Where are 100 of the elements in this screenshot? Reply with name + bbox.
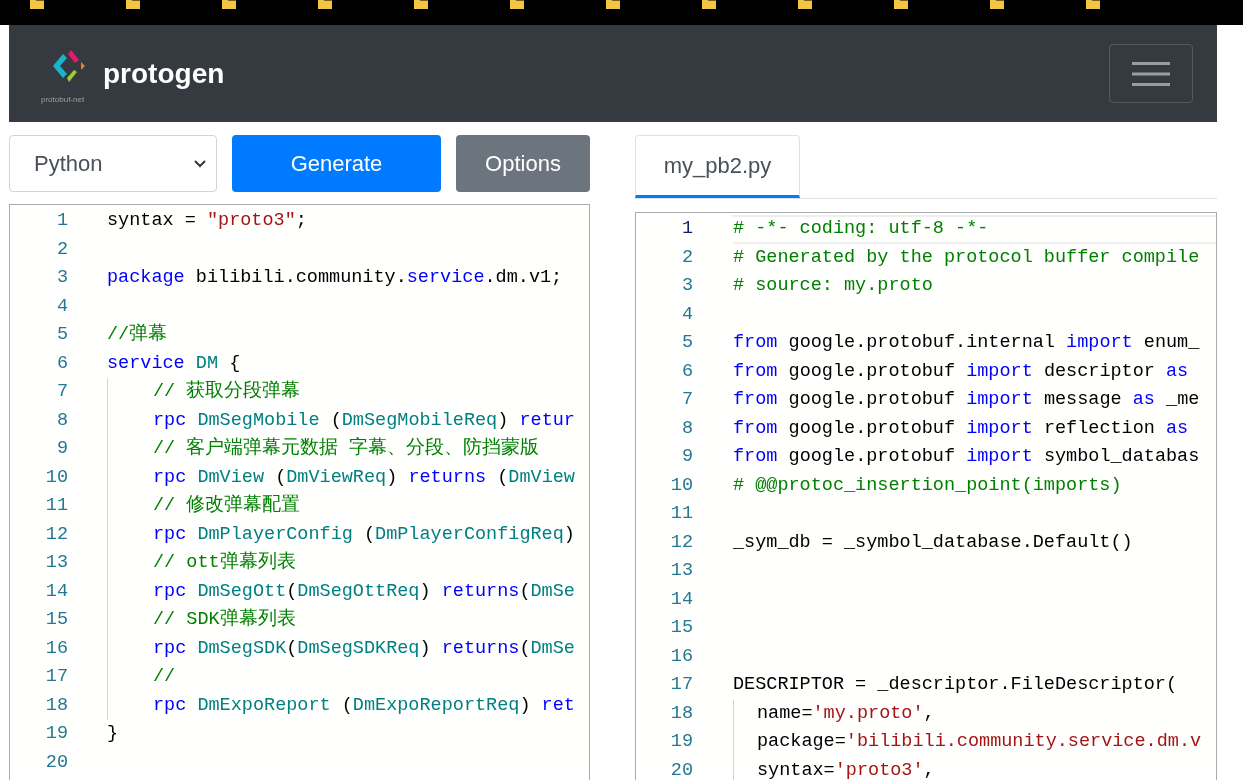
code-token: //弹幕 [107, 322, 168, 348]
line-number: 12 [669, 530, 693, 555]
code-token: ( [329, 408, 342, 433]
code-token: DmSegMobile [196, 408, 320, 433]
folder-icon[interactable] [1086, 0, 1100, 9]
code-editor[interactable] [9, 204, 590, 780]
line-number: 17 [44, 665, 68, 690]
code-token: from [733, 388, 778, 413]
file-tab[interactable]: my_pb2.py [635, 135, 800, 198]
code-token: DmSe [530, 579, 575, 604]
line-number: 2 [55, 237, 68, 262]
code-token: enum_ [1142, 331, 1200, 356]
code-token: descriptor [1042, 359, 1156, 384]
line-number: 8 [55, 408, 68, 433]
code-token: # -*- coding: utf-8 -*- [733, 217, 989, 242]
code-token: ) [419, 579, 432, 604]
line-number: 14 [669, 587, 693, 612]
code-token: from [733, 445, 778, 470]
folder-icon[interactable] [414, 0, 428, 9]
code-token: ) [519, 693, 532, 718]
code-token: bilibili.community. [194, 266, 407, 291]
line-number: 19 [669, 730, 693, 755]
code-token: DM [194, 351, 219, 376]
folder-icon[interactable] [318, 0, 332, 9]
code-token: from [733, 416, 778, 441]
folder-icon[interactable] [894, 0, 908, 9]
code-token: DmSegOtt [196, 579, 287, 604]
code-token: import [966, 388, 1033, 413]
code-token: ( [362, 522, 376, 547]
code-token: symbol_databas [1042, 445, 1200, 470]
folder-icon[interactable] [702, 0, 716, 9]
code-token: reflection [1042, 416, 1156, 441]
code-token: syntax= [757, 758, 835, 780]
code-token: service [406, 266, 485, 291]
code-token: google.protobuf [787, 359, 957, 384]
code-token: ( [519, 636, 531, 661]
line-number: 12 [44, 522, 68, 547]
code-token: import [966, 359, 1033, 384]
code-token: DmSegMobileReq [341, 408, 498, 433]
code-token: import [966, 445, 1033, 470]
code-token: // 获取分段弹幕 [153, 379, 301, 405]
code-token: // ott弹幕列表 [153, 550, 296, 576]
code-token: .dm.v1; [484, 266, 563, 291]
generate-button[interactable]: Generate [232, 135, 441, 192]
line-number: 16 [44, 636, 68, 661]
code-token: rpc [153, 522, 187, 547]
code-token: # Generated by the protocol buffer compile [733, 245, 1200, 270]
folder-icon[interactable] [990, 0, 1004, 9]
code-token: rpc [153, 579, 187, 604]
line-number: 18 [44, 693, 68, 718]
line-number: 6 [55, 351, 68, 376]
code-token: rpc [153, 693, 187, 718]
code-token: import [966, 416, 1033, 441]
code-token: , [923, 758, 935, 780]
code-token: rpc [153, 465, 187, 490]
line-number: 3 [680, 274, 693, 299]
code-token: _sym_db = _symbol_database.Default() [733, 530, 1133, 555]
menu-button[interactable] [1109, 44, 1193, 103]
code-token: service [107, 351, 185, 376]
line-number: 11 [44, 494, 68, 519]
code-token: ( [274, 465, 287, 490]
line-number: 6 [680, 359, 693, 384]
code-token: from [733, 359, 778, 384]
line-number: 10 [44, 465, 68, 490]
code-token: from [733, 331, 778, 356]
code-token: ( [286, 579, 298, 604]
line-number: 4 [680, 302, 693, 327]
line-number: 4 [55, 294, 68, 319]
code-token: ) [497, 408, 510, 433]
code-token: returns [441, 636, 520, 661]
code-token: DmPlayerConfigReq [375, 522, 564, 547]
line-number: 13 [44, 551, 68, 576]
code-token: as [1132, 388, 1155, 413]
code-token: ) [563, 522, 575, 547]
code-token: DmView [196, 465, 265, 490]
code-token: DmSegSDKReq [297, 636, 420, 661]
brand-name[interactable]: protogen [103, 52, 225, 95]
code-token: # @@protoc_insertion_point(imports) [733, 473, 1122, 498]
folder-icon[interactable] [30, 0, 44, 9]
code-token: "proto3" [206, 209, 296, 234]
line-number: 7 [680, 388, 693, 413]
code-token: // 客户端弹幕元数据 字幕、分段、防挡蒙版 [153, 436, 540, 462]
code-token: google.protobuf [787, 416, 957, 441]
code-token: DmExpoReportReq [352, 693, 520, 718]
line-number: 10 [669, 473, 693, 498]
folder-icon[interactable] [222, 0, 236, 9]
folder-icon[interactable] [510, 0, 524, 9]
line-number: 8 [680, 416, 693, 441]
line-number: 20 [669, 758, 693, 780]
folder-icon[interactable] [798, 0, 812, 9]
code-editor[interactable] [635, 212, 1217, 780]
folder-icon[interactable] [606, 0, 620, 9]
folder-icon[interactable] [126, 0, 140, 9]
line-number: 7 [55, 380, 68, 405]
options-button[interactable]: Options [456, 135, 590, 192]
code-token: name= [757, 701, 813, 726]
code-token: retur [519, 408, 575, 433]
code-token: google.protobuf.internal [787, 331, 1056, 356]
language-select[interactable]: Python [9, 135, 217, 192]
line-number: 14 [44, 579, 68, 604]
